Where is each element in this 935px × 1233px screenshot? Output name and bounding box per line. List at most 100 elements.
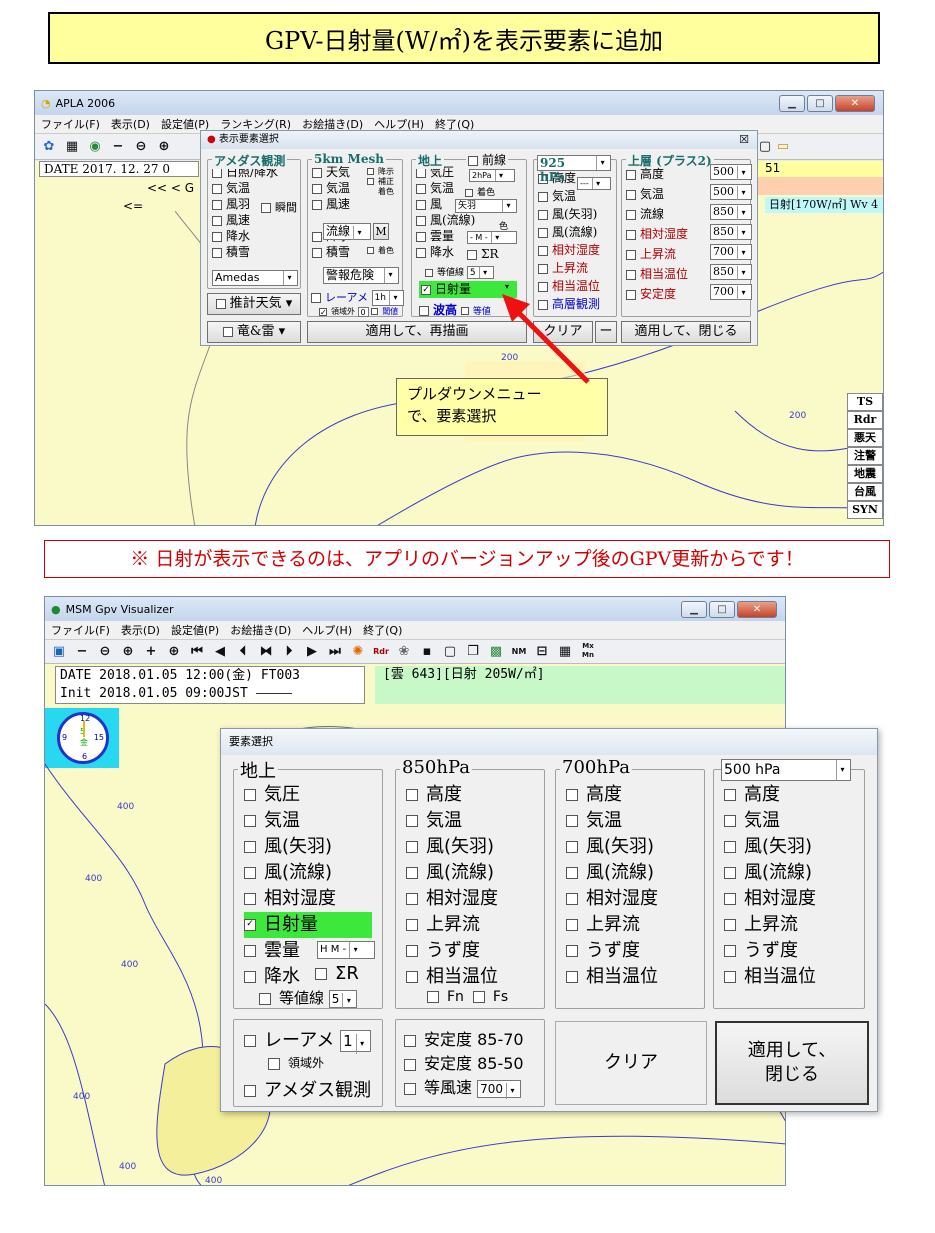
clear-button[interactable]: クリア xyxy=(555,1021,707,1105)
sigma-r-checkbox[interactable]: ΣR xyxy=(467,247,499,261)
checkbox-icon[interactable] xyxy=(212,199,222,210)
plus-icon[interactable]: + xyxy=(141,642,161,662)
checkbox-icon[interactable] xyxy=(566,971,578,983)
menu-item[interactable]: ヘルプ(H) xyxy=(302,622,352,638)
table-icon[interactable]: ▦ xyxy=(555,642,575,662)
upper-value-select[interactable]: 700 ▾ xyxy=(710,244,752,260)
side-button[interactable]: SYN xyxy=(847,501,883,519)
blank-icon[interactable]: ▢ xyxy=(440,642,460,662)
target-icon[interactable]: ⊕ xyxy=(164,642,184,662)
zoom-in-icon[interactable]: ⊕ xyxy=(118,642,138,662)
element-checkbox[interactable]: 風(矢羽) xyxy=(538,206,616,224)
checkbox-icon[interactable] xyxy=(416,167,426,178)
element-checkbox[interactable]: 気温 xyxy=(538,188,616,206)
minimize-button[interactable]: ▁ xyxy=(681,601,707,618)
element-checkbox[interactable]: 上昇流 xyxy=(566,912,704,938)
element-checkbox[interactable]: うず度 xyxy=(406,938,544,964)
element-checkbox[interactable]: 気温 xyxy=(406,808,544,834)
element-checkbox[interactable]: 風(流線) xyxy=(406,860,544,886)
cloud-level-select[interactable]: - M - ▾ xyxy=(467,231,517,244)
element-checkbox[interactable]: 相対湿度 850 ▾ xyxy=(626,224,752,244)
wind-style-select[interactable]: 矢羽 ▾ xyxy=(455,199,517,213)
element-checkbox[interactable]: 風(矢羽) xyxy=(406,834,544,860)
dialog-close-button[interactable]: ☒ xyxy=(739,131,749,149)
dialog-titlebar[interactable]: ● 表示要素選択 ☒ xyxy=(201,131,757,149)
side-button[interactable]: TS xyxy=(847,393,883,411)
checkbox-icon[interactable] xyxy=(406,841,418,853)
element-checkbox[interactable]: 高度 500 ▾ xyxy=(626,164,752,184)
checkbox-icon[interactable] xyxy=(244,945,256,957)
checkbox-icon[interactable] xyxy=(312,199,322,210)
checkbox-icon[interactable] xyxy=(566,893,578,905)
minmax-icon[interactable]: Mx Mn xyxy=(578,642,598,662)
checkbox-icon[interactable] xyxy=(626,249,636,260)
rader-interval-select[interactable]: 1 ▾ xyxy=(340,1030,371,1054)
element-checkbox[interactable]: 相対湿度 xyxy=(724,886,864,912)
checkbox-icon[interactable] xyxy=(538,245,548,256)
dialog-titlebar[interactable]: 要素選択 xyxy=(221,729,877,755)
checkbox-icon[interactable] xyxy=(538,263,548,274)
element-checkbox[interactable]: 相対湿度 xyxy=(566,886,704,912)
side-button[interactable]: 悪天 xyxy=(847,429,883,447)
height-925-select[interactable]: --- ▾ xyxy=(577,177,611,190)
checkbox-icon[interactable] xyxy=(566,919,578,931)
checkbox-icon[interactable]: ✓ xyxy=(244,919,256,931)
checkbox-icon[interactable] xyxy=(244,867,256,879)
element-checkbox[interactable]: うず度 xyxy=(566,938,704,964)
upper-value-select[interactable]: 850 ▾ xyxy=(710,264,752,280)
menu-item[interactable]: 表示(D) xyxy=(111,116,150,132)
palette-icon[interactable]: ❀ xyxy=(394,642,414,662)
checkbox-icon[interactable] xyxy=(566,867,578,879)
element-checkbox[interactable]: 上昇流 700 ▾ xyxy=(626,244,752,264)
checkbox-icon[interactable] xyxy=(626,209,636,220)
checkbox-icon[interactable] xyxy=(566,945,578,957)
maximize-button[interactable]: □ xyxy=(709,601,735,618)
element-checkbox[interactable]: 上昇流 xyxy=(724,912,864,938)
cloud-level-select[interactable]: H M - ▾ xyxy=(317,941,375,959)
element-checkbox[interactable]: 風(流線) xyxy=(416,212,526,228)
pressure-interval-select[interactable]: 2hPa ▾ xyxy=(469,169,515,182)
checkbox-icon[interactable] xyxy=(212,167,222,178)
checkbox-icon[interactable] xyxy=(416,231,426,242)
checkbox-icon[interactable] xyxy=(212,183,222,194)
contour-interval-select[interactable]: 5 ▾ xyxy=(466,266,494,279)
checkbox-icon[interactable] xyxy=(724,919,736,931)
side-button[interactable]: 注警 xyxy=(847,447,883,465)
checkbox-icon[interactable] xyxy=(724,867,736,879)
element-checkbox[interactable]: 流線 850 ▾ xyxy=(626,204,752,224)
menu-item[interactable]: お絵描き(D) xyxy=(230,622,291,638)
apply-close-button[interactable]: 適用して、閉じる xyxy=(621,321,751,343)
checkbox-icon[interactable] xyxy=(724,789,736,801)
checkbox-icon[interactable] xyxy=(566,789,578,801)
checkbox-icon[interactable] xyxy=(406,867,418,879)
element-checkbox[interactable]: 気温 500 ▾ xyxy=(626,184,752,204)
checkbox-icon[interactable] xyxy=(724,945,736,957)
checkbox-icon[interactable] xyxy=(626,289,636,300)
checkbox-icon[interactable] xyxy=(244,789,256,801)
maximize-button[interactable]: □ xyxy=(807,95,833,112)
element-checkbox[interactable]: うず度 xyxy=(724,938,864,964)
menu-item[interactable]: 設定値(P) xyxy=(171,622,219,638)
menu-item[interactable]: 終了(Q) xyxy=(363,622,402,638)
checkbox-icon[interactable] xyxy=(416,215,426,226)
element-checkbox[interactable]: 相当温位 xyxy=(406,964,544,990)
element-checkbox[interactable]: 風(流線) xyxy=(244,860,382,886)
nav-back[interactable]: <= xyxy=(123,199,143,213)
checkbox-icon[interactable] xyxy=(724,893,736,905)
zoom-in-icon[interactable]: ⊕ xyxy=(154,137,174,157)
checkbox-icon[interactable] xyxy=(416,199,426,210)
warning-select[interactable]: 警報危険 ▾ xyxy=(323,267,399,284)
element-checkbox[interactable]: 風(流線) xyxy=(538,224,616,242)
earth-icon[interactable]: ◉ xyxy=(85,137,105,157)
checkbox-icon[interactable] xyxy=(724,971,736,983)
element-checkbox[interactable]: 気温 xyxy=(244,808,382,834)
mesh-streamline-select[interactable]: 流線 ▾ xyxy=(323,223,371,240)
checkbox-icon[interactable] xyxy=(566,841,578,853)
loop-icon[interactable]: ⧓ xyxy=(256,642,276,662)
checkbox-icon[interactable] xyxy=(626,169,636,180)
element-checkbox[interactable]: ✓ 日射量 xyxy=(244,912,372,938)
element-checkbox[interactable]: 高度 xyxy=(724,782,864,808)
checkbox-icon[interactable] xyxy=(244,893,256,905)
save-icon[interactable]: ▪ xyxy=(417,642,437,662)
element-checkbox[interactable]: 気温 xyxy=(566,808,704,834)
